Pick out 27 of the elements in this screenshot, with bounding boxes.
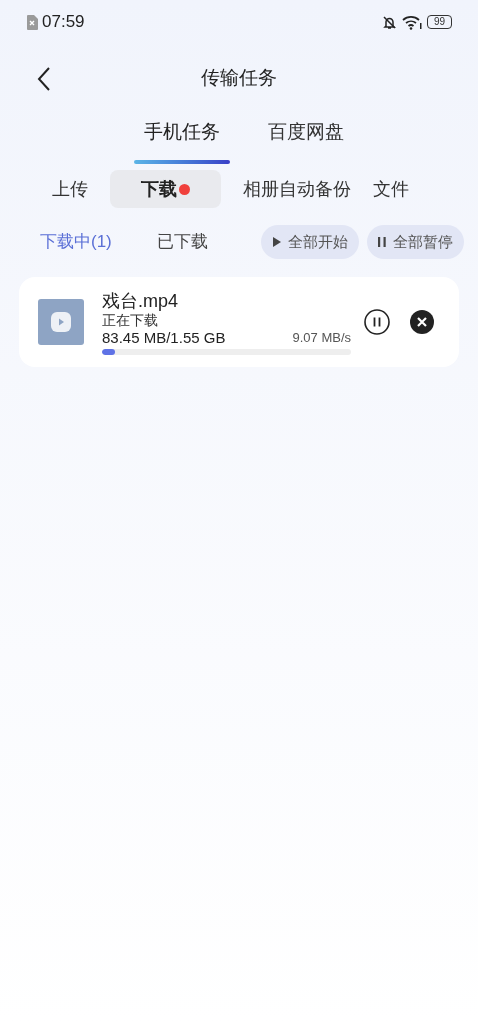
pause-icon[interactable] — [364, 309, 390, 335]
download-status: 正在下载 — [102, 311, 159, 329]
top-tab[interactable]: 百度网盘 — [268, 118, 344, 147]
file-size: 83.45 MB/1.55 GB — [102, 328, 226, 347]
filter-tab[interactable]: 已下载 — [156, 229, 208, 255]
top-tab[interactable]: 手机任务 — [144, 118, 220, 147]
sub-tab[interactable]: 上传 — [52, 170, 88, 208]
sub-tab[interactable]: 文件 — [373, 170, 409, 208]
download-speed: 9.07 MB/s — [292, 328, 351, 347]
sub-tab[interactable]: 下载 — [110, 170, 221, 208]
file-name: 戏台.mp4 — [102, 289, 180, 312]
download-card[interactable]: 戏台.mp4 正在下载 83.45 MB/1.55 GB 9.07 MB/s — [19, 277, 459, 367]
play-icon — [51, 312, 71, 332]
page-title: 传输任务 — [201, 65, 277, 90]
play-icon — [272, 237, 281, 247]
close-icon[interactable] — [410, 310, 434, 334]
filter-tab[interactable]: 下载中(1) — [40, 229, 112, 255]
battery-level: 99 — [426, 15, 452, 29]
action-button[interactable]: 全部开始 — [261, 225, 359, 259]
bell-muted-icon — [381, 14, 397, 30]
back-icon[interactable] — [37, 67, 51, 91]
pause-icon — [378, 237, 386, 247]
clock-time: 07:59 — [42, 11, 85, 34]
sim-icon — [26, 14, 38, 30]
wifi-icon — [401, 14, 422, 30]
sub-tab[interactable]: 相册自动备份 — [243, 170, 351, 208]
action-button[interactable]: 全部暂停 — [367, 225, 464, 259]
